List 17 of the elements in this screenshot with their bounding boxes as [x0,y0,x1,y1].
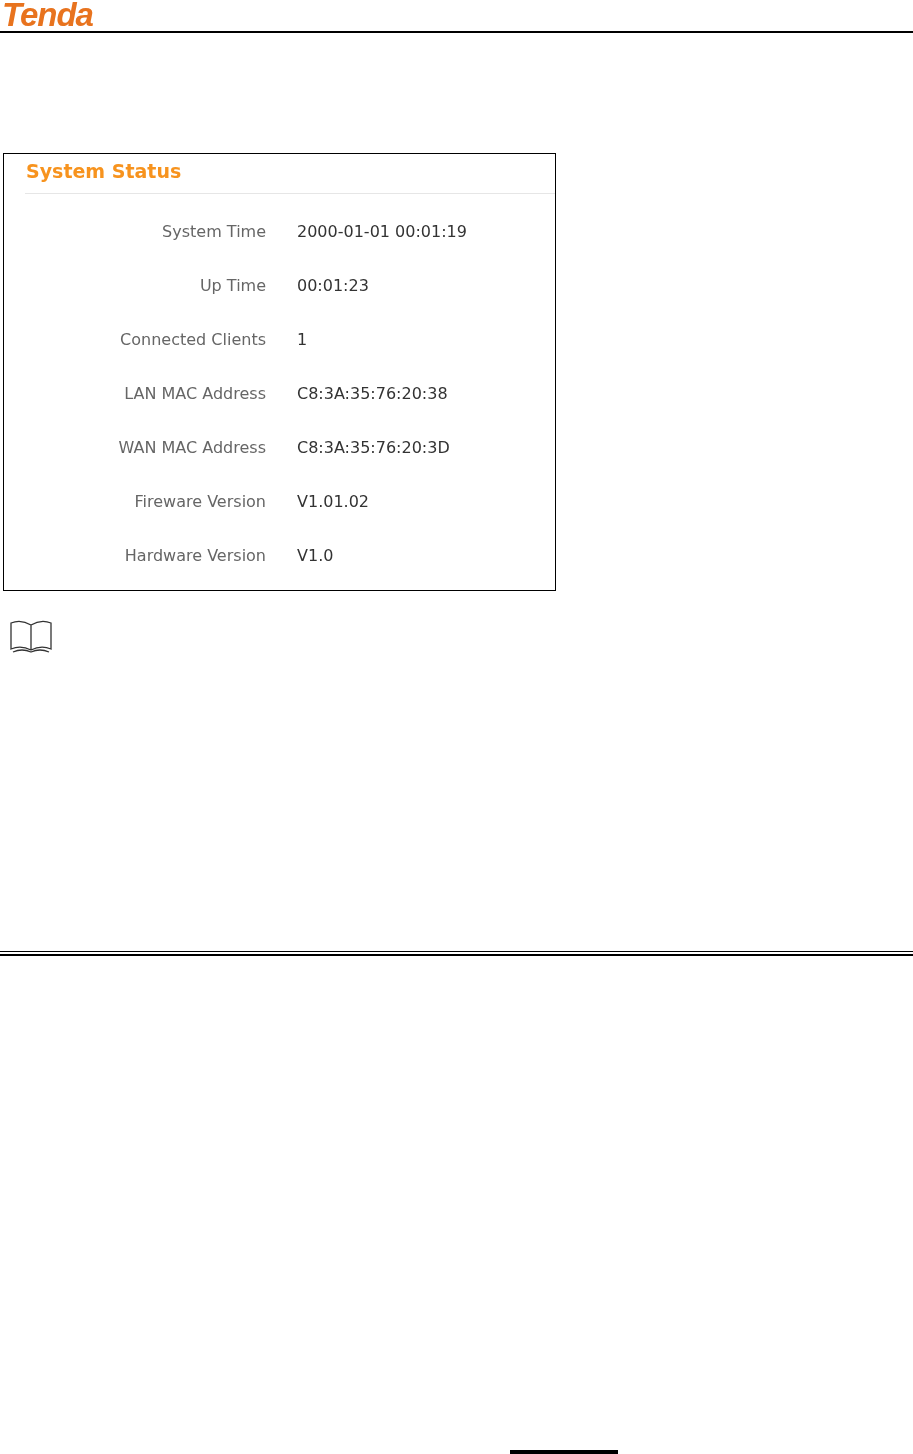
field-value: 2000-01-01 00:01:19 [297,220,467,243]
field-label: System Time [161,220,266,243]
field-label: LAN MAC Address [123,382,266,405]
field-label: WAN MAC Address [117,436,266,459]
field-value: V1.0 [297,544,334,567]
brand-logo: Tenda [2,0,93,31]
field-label: Fireware Version [133,490,266,513]
book-icon [9,619,53,653]
field-label: Hardware Version [123,544,266,567]
field-value: 00:01:23 [297,274,369,297]
field-value: C8:3A:35:76:20:3D [297,436,450,459]
field-label: Up Time [198,274,266,297]
panel-title: System Status [25,159,183,184]
field-value: 1 [297,328,308,351]
field-value: V1.01.02 [297,490,369,513]
field-label: Connected Clients [119,328,266,351]
field-value: C8:3A:35:76:20:38 [297,382,448,405]
